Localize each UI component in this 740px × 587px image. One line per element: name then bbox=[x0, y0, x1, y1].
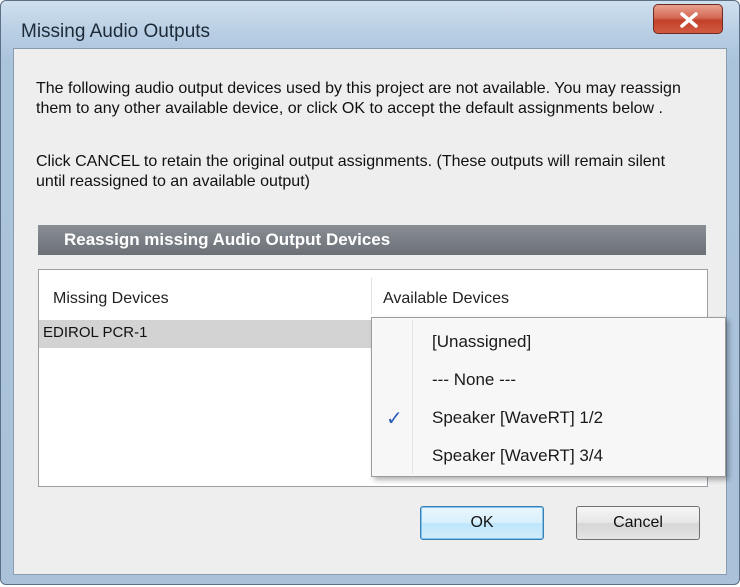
available-devices-dropdown[interactable]: [Unassigned] --- None --- ✓ Speaker [Wav… bbox=[371, 317, 726, 477]
close-icon bbox=[680, 12, 698, 28]
dropdown-option-label: Speaker [WaveRT] 1/2 bbox=[432, 408, 604, 427]
dropdown-option-unassigned[interactable]: [Unassigned] bbox=[374, 324, 723, 360]
dropdown-option-label: [Unassigned] bbox=[432, 332, 532, 351]
column-divider[interactable] bbox=[371, 278, 372, 314]
info-message: The following audio output devices used … bbox=[36, 80, 681, 117]
section-header: Reassign missing Audio Output Devices bbox=[38, 225, 706, 255]
dialog-body: The following audio output devices used … bbox=[13, 48, 727, 575]
checkmark-icon: ✓ bbox=[386, 408, 403, 430]
section-title: Reassign missing Audio Output Devices bbox=[64, 230, 391, 249]
dropdown-option-speaker-3-4[interactable]: Speaker [WaveRT] 3/4 bbox=[374, 438, 723, 474]
column-header-missing-devices[interactable]: Missing Devices bbox=[53, 290, 169, 308]
dropdown-option-speaker-1-2[interactable]: ✓ Speaker [WaveRT] 1/2 bbox=[374, 400, 723, 436]
ok-button[interactable]: OK bbox=[420, 506, 544, 540]
column-header-available-devices[interactable]: Available Devices bbox=[383, 290, 509, 308]
dropdown-option-label: --- None --- bbox=[432, 370, 517, 389]
dropdown-option-none[interactable]: --- None --- bbox=[374, 362, 723, 398]
missing-audio-outputs-dialog: Missing Audio Outputs The following audi… bbox=[0, 0, 740, 585]
close-button[interactable] bbox=[653, 4, 723, 34]
cancel-button[interactable]: Cancel bbox=[576, 506, 700, 540]
dropdown-option-label: Speaker [WaveRT] 3/4 bbox=[432, 446, 604, 465]
missing-device-name: EDIROL PCR-1 bbox=[43, 324, 148, 341]
title-bar[interactable]: Missing Audio Outputs bbox=[1, 1, 739, 45]
cancel-hint-message: Click CANCEL to retain the original outp… bbox=[36, 153, 666, 190]
window-title: Missing Audio Outputs bbox=[21, 21, 211, 42]
